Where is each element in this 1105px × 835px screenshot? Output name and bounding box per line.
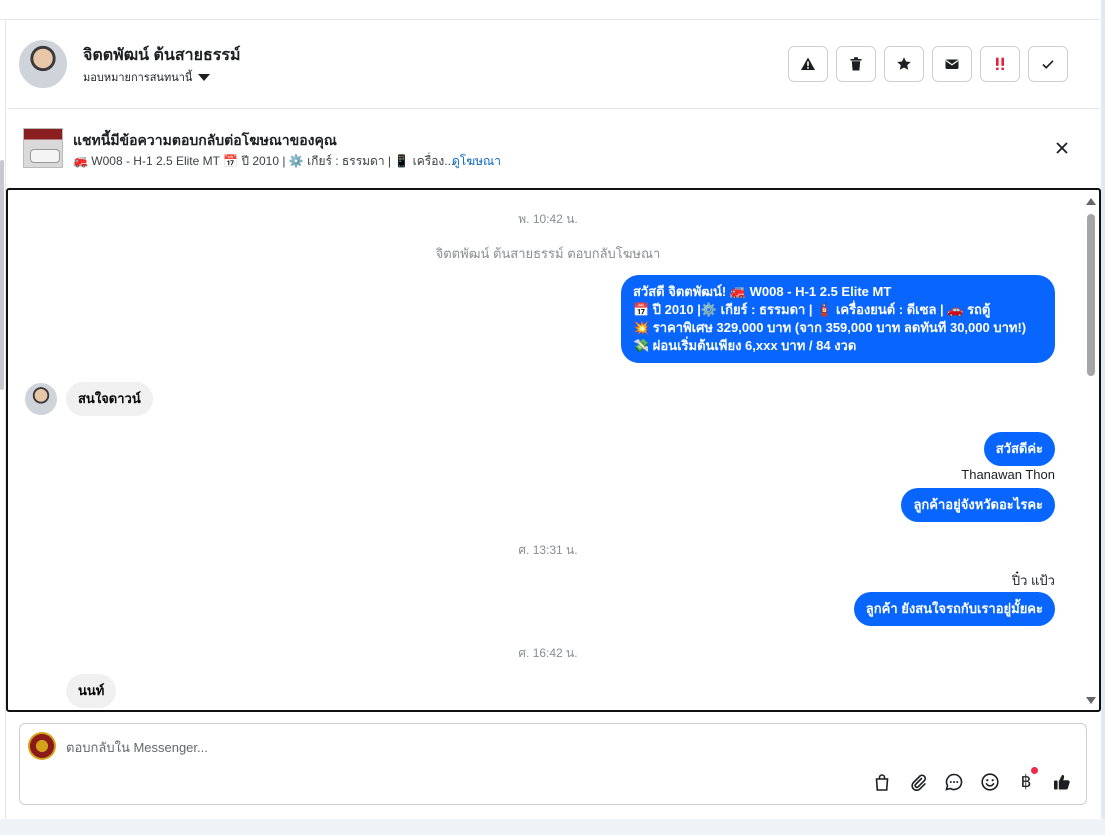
scroll-up-arrow-icon[interactable] — [1086, 198, 1096, 205]
mark-done-button[interactable] — [1028, 46, 1068, 82]
notification-dot — [1031, 767, 1038, 774]
page-avatar — [28, 732, 56, 760]
right-edge — [1101, 0, 1105, 835]
chat-bubble-icon — [945, 773, 963, 791]
outgoing-message-ad[interactable]: สวัสดี จิตตพัฒน์! 🚒 W008 - H-1 2.5 Elite… — [621, 275, 1055, 363]
trash-icon — [850, 57, 862, 71]
message-composer: ฿ — [19, 723, 1087, 805]
timestamp: พ. 10:42 น. — [518, 212, 578, 226]
saved-replies-button[interactable] — [942, 770, 966, 794]
ad-line: 💥 ราคาพิเศษ 329,000 บาท (จาก 359,000 บาท… — [633, 320, 1027, 335]
timestamp: ศ. 16:42 น. — [518, 646, 578, 660]
conversation-header: จิตตพัฒน์ ต้นสายธรรม์ มอบหมายการสนทนานี้ — [7, 20, 1100, 109]
spam-alert-button[interactable] — [788, 46, 828, 82]
bottom-strip — [0, 819, 1105, 835]
ad-line: 💸 ผ่อนเริ่มต้นเพียง 6,xxx บาท / 84 งวด — [633, 338, 857, 353]
system-message: จิตตพัฒน์ ต้นสายธรรม์ ตอบกลับโฆษณา — [435, 246, 661, 261]
caret-down-icon — [198, 73, 211, 81]
contact-avatar[interactable] — [19, 40, 67, 88]
star-icon — [897, 57, 911, 70]
left-scrollbar-thumb[interactable] — [0, 160, 4, 390]
outgoing-message[interactable]: ลูกค้า ยังสนใจรถกับเราอยู่มั้ยคะ — [853, 592, 1055, 626]
ad-banner-description: 🚒 W008 - H-1 2.5 Elite MT 📅 ปี 2010 | ⚙️… — [73, 154, 455, 168]
like-button[interactable] — [1050, 770, 1074, 794]
top-strip — [0, 0, 1100, 20]
double-exclamation-icon — [996, 57, 1004, 71]
view-ad-link[interactable]: ดูโฆษณา — [452, 152, 501, 171]
mark-unread-button[interactable] — [932, 46, 972, 82]
sender-name: Thanawan Thon — [961, 467, 1055, 482]
attach-button[interactable] — [906, 770, 930, 794]
composer-tools: ฿ — [870, 767, 1074, 794]
contact-avatar-small[interactable] — [25, 383, 57, 415]
star-button[interactable] — [884, 46, 924, 82]
incoming-message[interactable]: นนท์ — [66, 674, 117, 708]
ad-thumbnail[interactable] — [23, 128, 63, 168]
shopping-bag-icon — [875, 774, 889, 791]
thumbs-up-icon — [1054, 774, 1070, 790]
ad-reply-banner: แชทนี้มีข้อความตอบกลับต่อโฆษณาของคุณ 🚒 W… — [7, 110, 1100, 188]
smiley-icon — [981, 773, 999, 791]
ad-line: 📅 ปี 2010 |⚙️ เกียร์ : ธรรมดา | 🧯 เครื่อ… — [633, 302, 991, 317]
baht-icon: ฿ — [1020, 772, 1032, 792]
payment-button[interactable]: ฿ — [1014, 767, 1038, 794]
outgoing-message[interactable]: ลูกค้าอยู่จังหวัดอะไรคะ — [901, 488, 1055, 522]
delete-button[interactable] — [836, 46, 876, 82]
shopping-bag-button[interactable] — [870, 770, 894, 794]
ad-line: สวัสดี จิตตพัฒน์! 🚒 W008 - H-1 2.5 Elite… — [633, 284, 892, 299]
assign-label: มอบหมายการสนทนานี้ — [83, 72, 193, 84]
message-thread[interactable]: พ. 10:42 น. จิตตพัฒน์ ต้นสายธรรม์ ตอบกลั… — [6, 188, 1101, 712]
outgoing-message[interactable]: สวัสดีค่ะ — [983, 432, 1055, 466]
close-icon[interactable] — [1052, 138, 1072, 158]
assign-conversation-dropdown[interactable]: มอบหมายการสนทนานี้ — [83, 68, 211, 86]
priority-button[interactable] — [980, 46, 1020, 82]
header-actions — [788, 46, 1068, 82]
chat-scrollbar[interactable] — [1085, 194, 1097, 708]
contact-name[interactable]: จิตตพัฒน์ ต้นสายธรรม์ — [83, 43, 241, 68]
chat-scrollbar-thumb[interactable] — [1087, 214, 1095, 376]
envelope-icon — [945, 59, 959, 69]
reply-input[interactable] — [66, 736, 966, 758]
scroll-down-arrow-icon[interactable] — [1086, 697, 1096, 704]
warning-triangle-icon — [801, 57, 815, 70]
incoming-message[interactable]: สนใจดาวน์ — [66, 382, 153, 416]
check-icon — [1042, 60, 1054, 69]
emoji-button[interactable] — [978, 770, 1002, 794]
paperclip-icon — [911, 774, 926, 792]
timestamp: ศ. 13:31 น. — [518, 543, 578, 557]
ad-banner-title: แชทนี้มีข้อความตอบกลับต่อโฆษณาของคุณ — [73, 132, 337, 148]
sender-name: ปิ๋ว แป้ว — [1011, 573, 1055, 588]
